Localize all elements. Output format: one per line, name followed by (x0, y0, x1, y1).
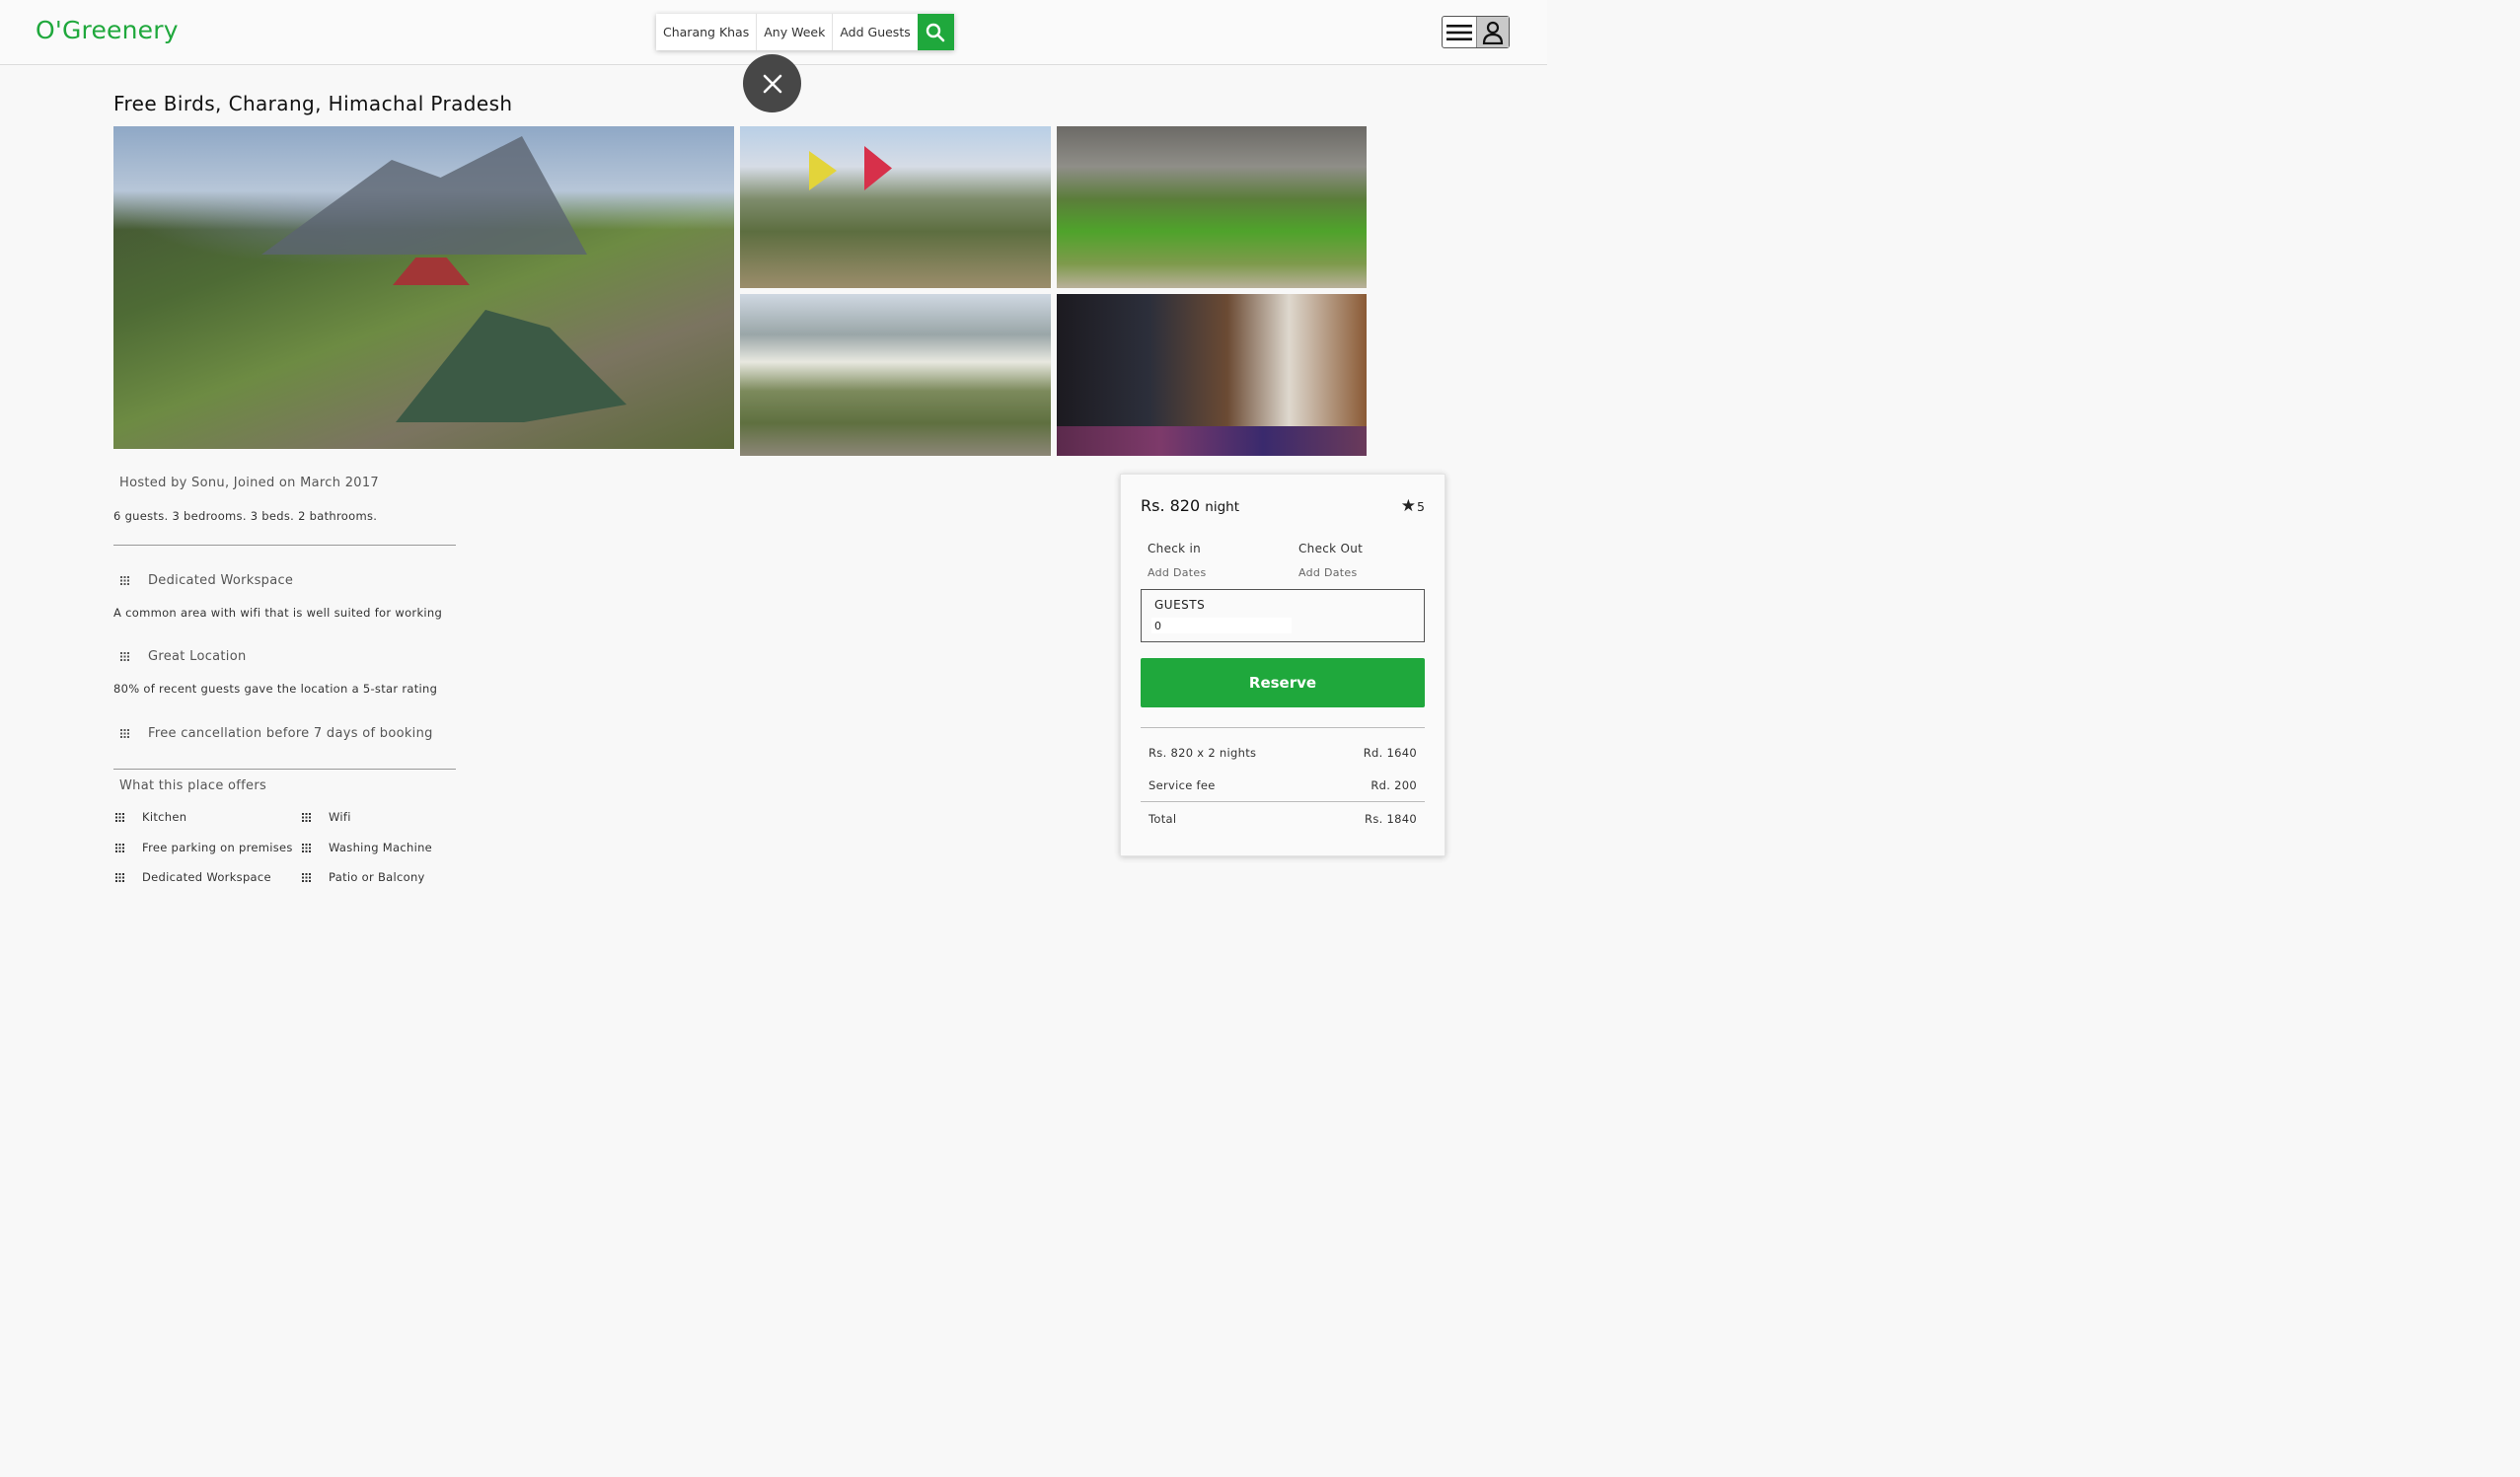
offer-item: Patio or Balcony (302, 870, 425, 884)
price-amount: Rs. 820 (1141, 496, 1201, 515)
check-out-label: Check Out (1298, 542, 1364, 555)
grid-dots-icon (120, 576, 129, 585)
grid-dots-icon (302, 812, 311, 822)
offer-item: Dedicated Workspace (115, 870, 271, 884)
photo-5[interactable] (1057, 294, 1367, 456)
rating-value: 5 (1417, 499, 1425, 514)
search-icon (926, 23, 945, 41)
photo-main[interactable] (113, 126, 734, 449)
photo-3[interactable] (1057, 126, 1367, 288)
guests-field[interactable]: GUESTS (1141, 589, 1425, 642)
grid-dots-icon (120, 729, 129, 738)
close-button[interactable] (743, 54, 801, 112)
offer-item: Wifi (302, 810, 351, 824)
booking-card: Rs. 820 night ★ 5 Check in Add Dates Che… (1120, 474, 1445, 856)
breakdown-label: Rs. 820 x 2 nights (1149, 746, 1257, 760)
hamburger-icon (1445, 24, 1472, 40)
grid-dots-icon (115, 843, 124, 852)
listing-title: Free Birds, Charang, Himachal Pradesh (113, 92, 513, 115)
search-button[interactable] (917, 14, 954, 50)
grid-dots-icon (115, 812, 124, 822)
check-in-field[interactable]: Add Dates (1148, 566, 1207, 579)
logo[interactable]: O'Greenery (36, 16, 179, 44)
price-breakdown-row: Service fee Rd. 200 (1149, 778, 1417, 792)
guests-input[interactable] (1151, 618, 1292, 633)
price-breakdown-row: Rs. 820 x 2 nights Rd. 1640 (1149, 746, 1417, 760)
feature-title-text: Great Location (148, 649, 247, 664)
close-icon (763, 74, 781, 93)
divider (1141, 801, 1425, 802)
feature-title: Great Location (120, 649, 247, 664)
grid-dots-icon (302, 843, 311, 852)
photo-mountain-shape (261, 136, 587, 255)
star-icon: ★ (1400, 496, 1417, 516)
offers-title: What this place offers (119, 778, 267, 793)
offer-label: Kitchen (142, 810, 187, 824)
search-guests[interactable]: Add Guests (833, 14, 917, 50)
total-label: Total (1149, 812, 1177, 826)
breakdown-label: Service fee (1149, 778, 1216, 792)
user-button[interactable] (1475, 17, 1509, 47)
account-menu[interactable] (1442, 16, 1510, 48)
photo-tent-shape (396, 310, 627, 422)
grid-dots-icon (120, 652, 129, 661)
offer-label: Patio or Balcony (329, 870, 425, 884)
total-amount: Rs. 1840 (1365, 812, 1417, 826)
check-in-label: Check in (1148, 542, 1202, 555)
total-row: Total Rs. 1840 (1149, 812, 1417, 826)
listing-stats: 6 guests. 3 bedrooms. 3 beds. 2 bathroom… (113, 509, 378, 523)
reserve-button[interactable]: Reserve (1141, 658, 1425, 707)
offer-item: Kitchen (115, 810, 186, 824)
divider (113, 769, 456, 770)
photo-red-tent-shape (393, 258, 470, 285)
feature-title-text: Free cancellation before 7 days of booki… (148, 726, 433, 741)
feature-title: Dedicated Workspace (120, 573, 293, 588)
feature-description: A common area with wifi that is well sui… (113, 606, 443, 620)
offer-item: Washing Machine (302, 841, 432, 854)
divider (113, 545, 456, 546)
photo-rug-shape (1057, 426, 1367, 456)
offer-label: Washing Machine (329, 841, 433, 854)
search-week[interactable]: Any Week (757, 14, 834, 50)
feature-title-text: Dedicated Workspace (148, 573, 294, 588)
photo-flag-shape (864, 146, 892, 190)
user-icon (1482, 21, 1503, 44)
divider (1141, 727, 1425, 728)
offer-item: Free parking on premises (115, 841, 293, 854)
guests-label: GUESTS (1154, 598, 1206, 612)
check-out-field[interactable]: Add Dates (1298, 566, 1358, 579)
rating: ★ 5 (1401, 498, 1425, 515)
search-bar[interactable]: Charang Khas Any Week Add Guests (656, 14, 954, 50)
feature-description: 80% of recent guests gave the location a… (113, 682, 438, 696)
breakdown-amount: Rd. 1640 (1363, 746, 1417, 760)
menu-button[interactable] (1443, 17, 1476, 47)
price-unit: night (1205, 499, 1239, 515)
nightly-price: Rs. 820 night (1141, 496, 1239, 515)
search-location[interactable]: Charang Khas (656, 14, 758, 50)
offer-label: Free parking on premises (142, 841, 293, 854)
photo-4[interactable] (740, 294, 1051, 456)
photo-2[interactable] (740, 126, 1051, 288)
photo-flag-shape (809, 151, 837, 190)
breakdown-amount: Rd. 200 (1371, 778, 1417, 792)
grid-dots-icon (115, 872, 124, 882)
offer-label: Dedicated Workspace (142, 870, 271, 884)
offer-label: Wifi (329, 810, 351, 824)
grid-dots-icon (302, 872, 311, 882)
host-info: Hosted by Sonu, Joined on March 2017 (119, 476, 379, 490)
feature-title: Free cancellation before 7 days of booki… (120, 726, 433, 741)
